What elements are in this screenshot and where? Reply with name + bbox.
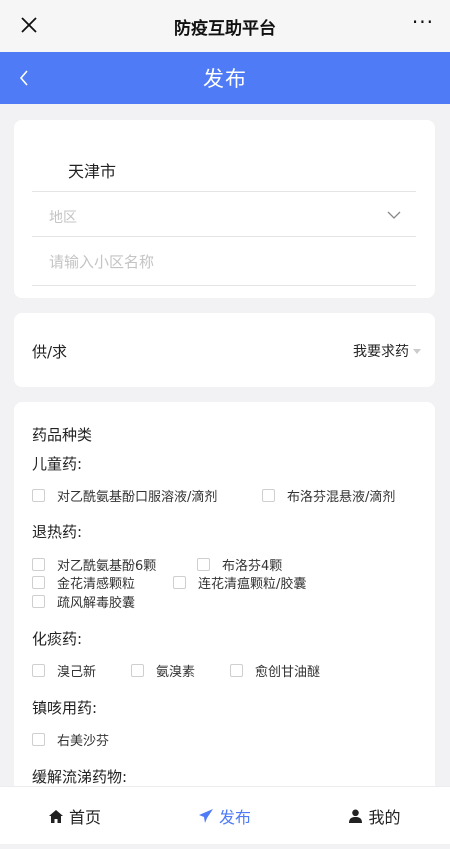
checkbox[interactable] <box>32 733 45 746</box>
checkbox[interactable] <box>230 664 243 677</box>
checkbox[interactable] <box>32 576 45 589</box>
page-title: 发布 <box>203 67 247 91</box>
option-checkbox[interactable]: 布洛芬混悬液/滴剂 <box>262 486 395 505</box>
community-row <box>32 238 416 286</box>
supply-select[interactable]: 我要求药 <box>353 341 421 361</box>
option-label: 金花清感颗粒 <box>57 577 136 592</box>
checkbox[interactable] <box>32 664 45 677</box>
option-checkbox[interactable]: 连花清瘟颗粒/胶囊 <box>173 573 306 592</box>
app-title-bar: 防疫互助平台 ··· <box>0 0 450 52</box>
group-title-phlegm: 化痰药: <box>32 630 83 648</box>
checkbox[interactable] <box>32 595 45 608</box>
city-field[interactable]: 天津市 <box>32 144 416 192</box>
option-checkbox[interactable]: 疏风解毒胶囊 <box>32 592 135 611</box>
option-checkbox[interactable]: 对乙酰氨基酚6颗 <box>32 555 156 574</box>
bottom-tab-bar: 首页 发布 我的 <box>0 786 450 844</box>
tab-publish-label: 发布 <box>218 808 251 827</box>
more-icon[interactable]: ··· <box>412 12 434 32</box>
page-header: 发布 <box>0 52 450 104</box>
option-label: 对乙酰氨基酚6颗 <box>57 559 157 574</box>
option-label: 布洛芬4颗 <box>222 559 283 574</box>
supply-card: 供/求 我要求药 <box>14 313 435 387</box>
home-icon <box>48 809 63 823</box>
option-checkbox[interactable]: 溴己新 <box>32 661 96 680</box>
paper-plane-icon <box>198 809 213 823</box>
community-input[interactable] <box>32 238 416 285</box>
option-label: 连花清瘟颗粒/胶囊 <box>198 577 307 592</box>
option-label: 愈创甘油醚 <box>255 665 321 680</box>
region-select[interactable]: 地区 <box>32 193 416 237</box>
option-checkbox[interactable]: 氨溴素 <box>131 661 195 680</box>
tab-home-label: 首页 <box>68 808 101 827</box>
checkbox[interactable] <box>32 558 45 571</box>
chevron-left-icon[interactable] <box>14 66 34 90</box>
bottom-safe-area <box>0 844 450 849</box>
option-label: 疏风解毒胶囊 <box>57 596 136 611</box>
option-label: 对乙酰氨基酚口服溶液/滴剂 <box>57 490 218 505</box>
user-icon <box>349 809 363 823</box>
checkbox[interactable] <box>197 558 210 571</box>
checkbox[interactable] <box>131 664 144 677</box>
option-checkbox[interactable]: 右美沙芬 <box>32 730 109 749</box>
app-title: 防疫互助平台 <box>174 18 276 39</box>
option-checkbox[interactable]: 对乙酰氨基酚口服溶液/滴剂 <box>32 486 217 505</box>
group-title-cough: 镇咳用药: <box>32 699 98 717</box>
option-label: 布洛芬混悬液/滴剂 <box>287 490 396 505</box>
option-label: 溴己新 <box>57 665 97 680</box>
group-title-runny-nose: 缓解流涕药物: <box>32 768 128 786</box>
option-checkbox[interactable]: 愈创甘油醚 <box>230 661 320 680</box>
tab-me[interactable]: 我的 <box>320 787 430 845</box>
caret-down-icon <box>413 348 421 354</box>
option-checkbox[interactable]: 布洛芬4颗 <box>197 555 282 574</box>
option-label: 氨溴素 <box>156 665 196 680</box>
supply-selected: 我要求药 <box>353 344 409 360</box>
checkbox[interactable] <box>32 489 45 502</box>
checkbox[interactable] <box>173 576 186 589</box>
close-icon[interactable] <box>14 10 44 40</box>
city-value: 天津市 <box>68 162 117 181</box>
tab-me-label: 我的 <box>368 808 401 827</box>
group-title-children: 儿童药: <box>32 455 83 473</box>
medicine-card: 药品种类 儿童药: 对乙酰氨基酚口服溶液/滴剂 布洛芬混悬液/滴剂 退热药: 对… <box>14 402 435 802</box>
supply-label: 供/求 <box>32 343 68 361</box>
option-label: 右美沙芬 <box>57 734 110 749</box>
chevron-down-icon <box>386 207 402 223</box>
location-card: 天津市 地区 <box>14 120 435 298</box>
group-title-fever: 退热药: <box>32 523 83 541</box>
medicine-section-title: 药品种类 <box>32 426 93 444</box>
region-placeholder: 地区 <box>49 210 77 226</box>
tab-home[interactable]: 首页 <box>20 787 130 845</box>
checkbox[interactable] <box>262 489 275 502</box>
tab-publish[interactable]: 发布 <box>170 787 280 845</box>
option-checkbox[interactable]: 金花清感颗粒 <box>32 573 135 592</box>
